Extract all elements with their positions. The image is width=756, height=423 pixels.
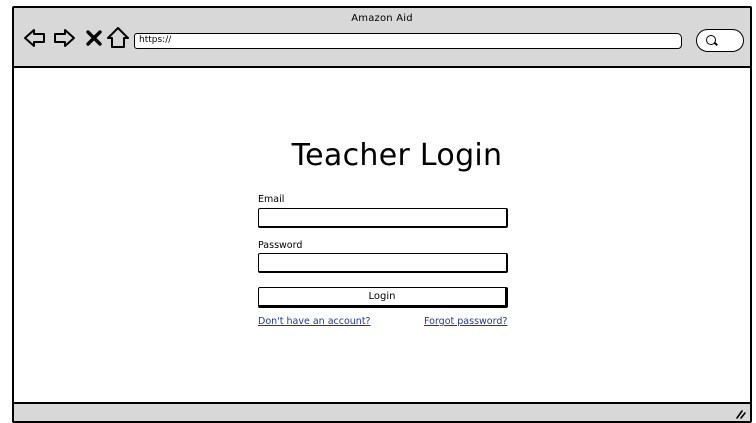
home-icon[interactable]: [106, 26, 130, 50]
login-button[interactable]: Login: [258, 287, 508, 308]
status-bar: [14, 402, 750, 421]
resize-grip-icon[interactable]: [734, 407, 746, 419]
search-icon: [706, 35, 716, 45]
password-field[interactable]: [258, 253, 508, 273]
back-arrow-icon[interactable]: [23, 26, 47, 50]
email-label: Email: [258, 194, 285, 205]
password-label: Password: [258, 240, 303, 251]
forward-arrow-icon[interactable]: [52, 26, 76, 50]
forgot-password-link[interactable]: Forgot password?: [424, 316, 507, 327]
browser-window: Amazon Aid https:// Teacher Login Email …: [12, 6, 752, 423]
browser-toolbar: Amazon Aid https://: [14, 8, 750, 68]
search-button[interactable]: [696, 29, 744, 52]
page-title: Teacher Login: [291, 138, 503, 173]
close-icon[interactable]: [84, 26, 104, 50]
signup-link[interactable]: Don't have an account?: [258, 316, 371, 327]
url-input[interactable]: https://: [134, 33, 682, 49]
window-title: Amazon Aid: [351, 13, 413, 24]
page-content: Teacher Login Email Password Login Don't…: [14, 68, 750, 404]
email-field[interactable]: [258, 208, 508, 228]
